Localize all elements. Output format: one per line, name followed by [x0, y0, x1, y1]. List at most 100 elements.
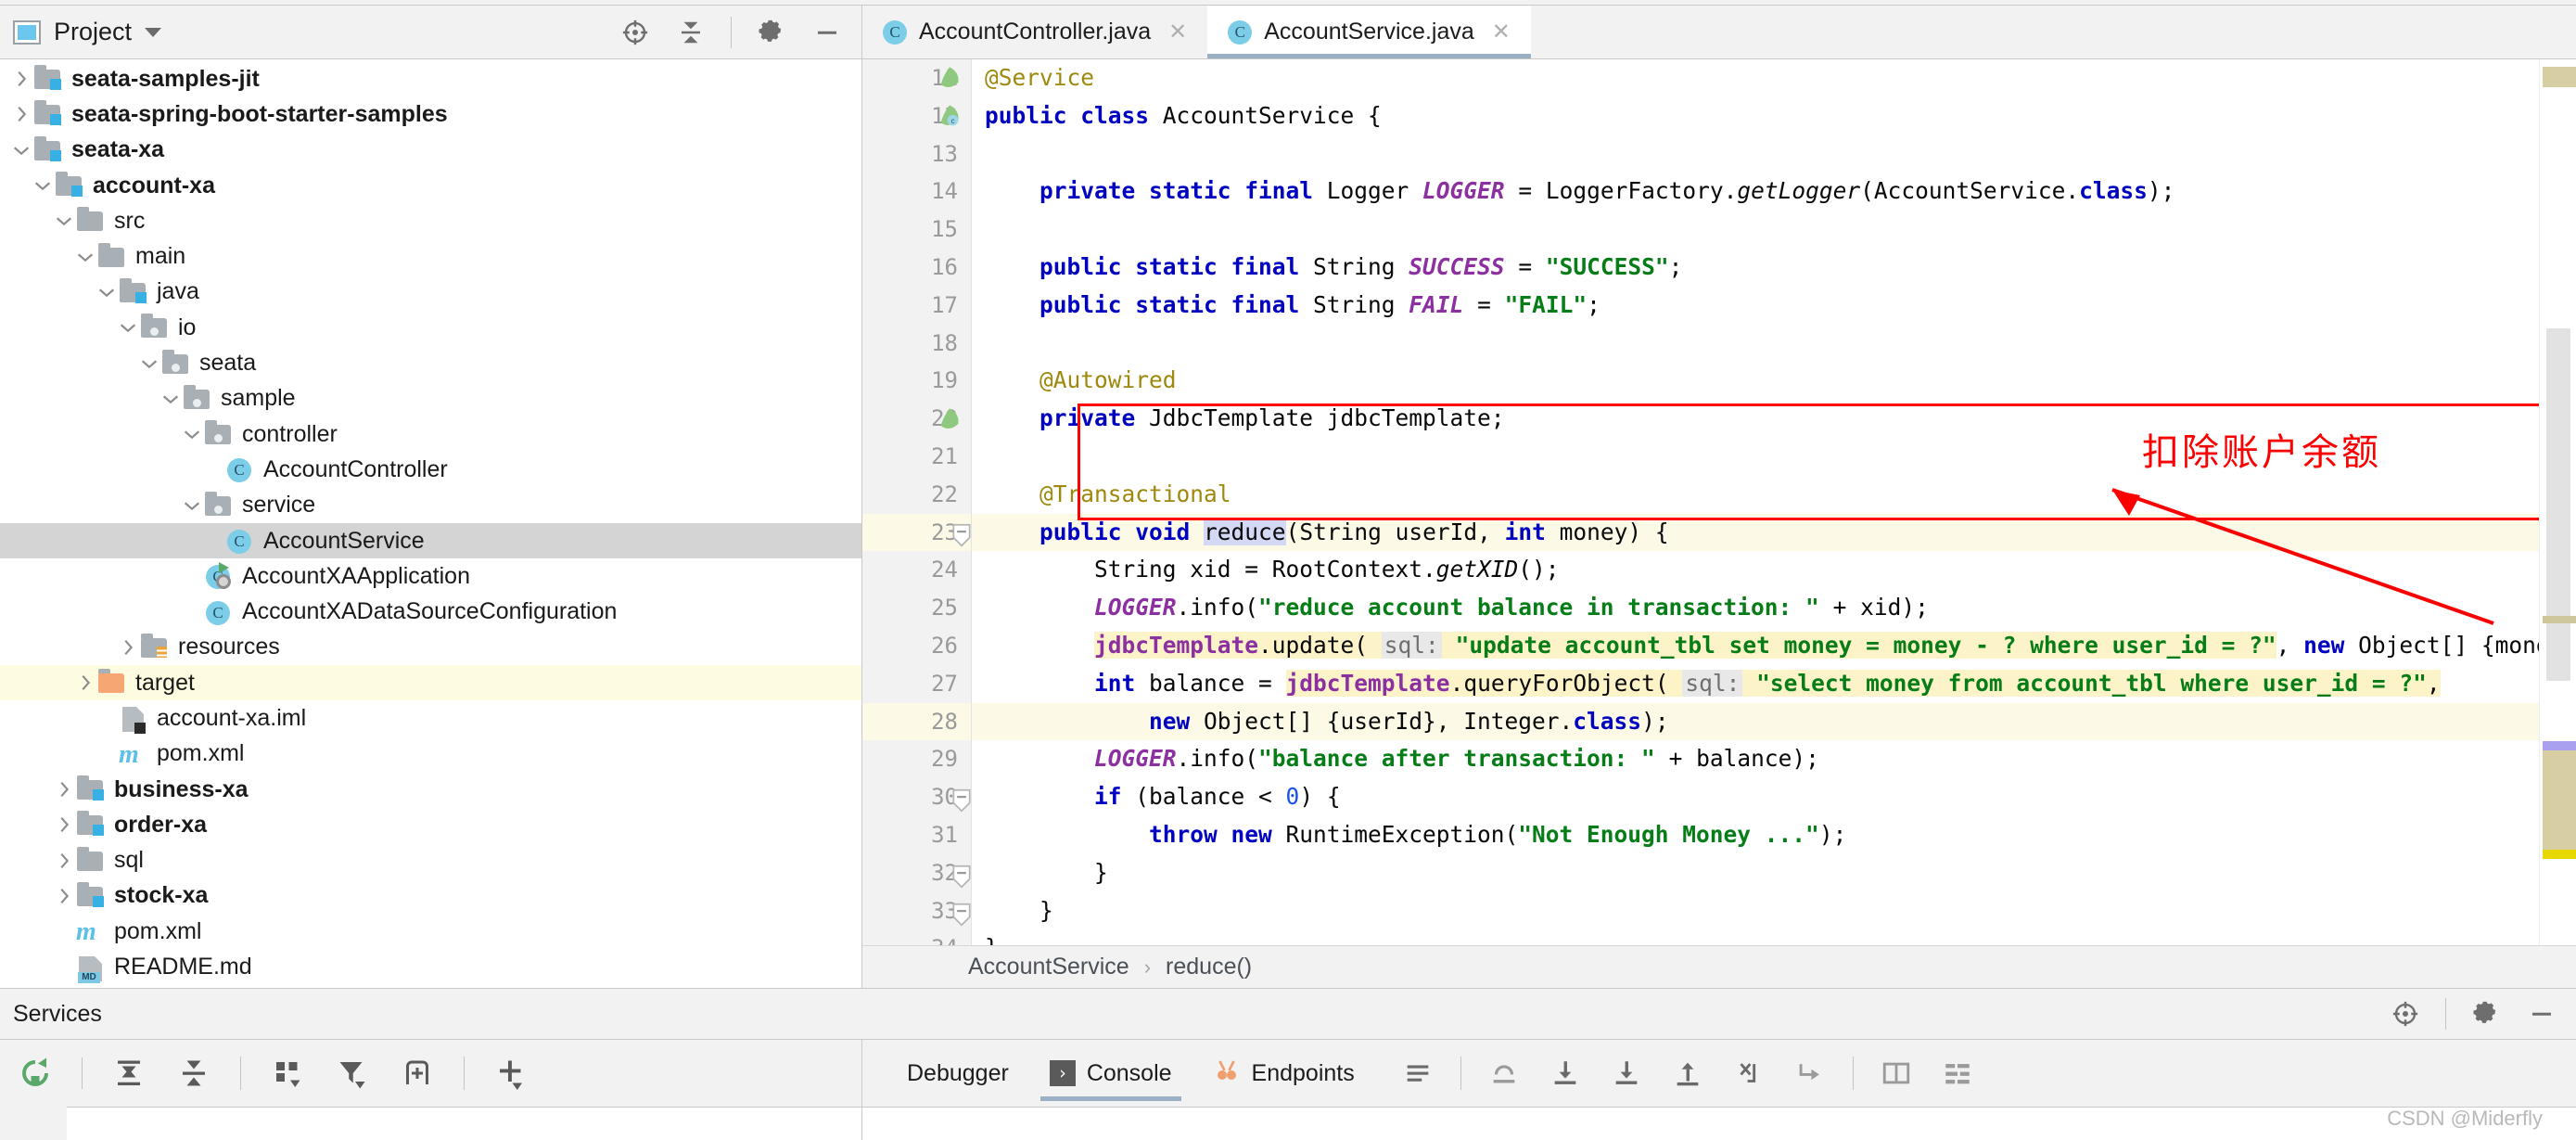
breadcrumb-method[interactable]: reduce() — [1166, 954, 1252, 980]
gutter-line-27[interactable]: 27 — [862, 665, 971, 703]
code-fold-toggle[interactable] — [951, 865, 972, 885]
evaluate-icon[interactable] — [1878, 1055, 1915, 1092]
step-into-icon[interactable] — [1547, 1055, 1584, 1092]
tree-item-business-xa[interactable]: business-xa — [0, 772, 861, 807]
gutter-line-15[interactable]: 15 — [862, 211, 971, 249]
code-fold-toggle[interactable] — [951, 523, 972, 544]
code-fold-toggle[interactable] — [951, 903, 972, 923]
expand-collapse-icon[interactable] — [137, 352, 161, 376]
gutter-line-14[interactable]: 14 — [862, 173, 971, 211]
gutter-line-25[interactable]: 25 — [862, 589, 971, 627]
tree-item-io[interactable]: io — [0, 310, 861, 345]
editor-vertical-scrollbar[interactable] — [2546, 328, 2570, 681]
editor-gutter[interactable]: 1112131415161718192021222324252627282930… — [862, 59, 972, 945]
close-icon[interactable]: ✕ — [1168, 19, 1187, 45]
tree-item-java[interactable]: java — [0, 275, 861, 310]
tree-item-accountservice[interactable]: CAccountService — [0, 523, 861, 558]
tree-item-readme-md[interactable]: README.md — [0, 949, 861, 984]
tree-item-sql[interactable]: sql — [0, 843, 861, 878]
gutter-line-17[interactable]: 17 — [862, 287, 971, 325]
expand-expand-icon[interactable] — [73, 671, 97, 695]
bottom-tab-debugger[interactable]: Debugger — [886, 1040, 1029, 1107]
tree-item-seata-spring-boot-starter-samples[interactable]: seata-spring-boot-starter-samples — [0, 96, 861, 132]
collapse-all-icon[interactable] — [175, 1055, 212, 1092]
tree-item-seata[interactable]: seata — [0, 345, 861, 380]
tree-item-pom-xml[interactable]: mpom.xml — [0, 914, 861, 949]
locate-target-icon[interactable] — [2390, 998, 2421, 1030]
code-editor[interactable]: 1112131415161718192021222324252627282930… — [862, 59, 2576, 945]
tree-item-accountxadatasourceconfiguration[interactable]: CAccountXADataSourceConfiguration — [0, 594, 861, 629]
hide-minimize-icon[interactable] — [811, 17, 843, 48]
settings-gear-icon[interactable] — [756, 17, 787, 48]
expand-expand-icon[interactable] — [116, 635, 140, 660]
gutter-line-13[interactable]: 13 — [862, 135, 971, 173]
gutter-line-19[interactable]: 19 — [862, 362, 971, 400]
filter-icon[interactable] — [334, 1055, 371, 1092]
force-step-into-icon[interactable] — [1608, 1055, 1645, 1092]
locate-target-icon[interactable] — [619, 17, 651, 48]
bottom-tab-endpoints[interactable]: Endpoints — [1192, 1040, 1375, 1107]
bottom-tab-console[interactable]: ›Console — [1029, 1040, 1192, 1107]
expand-collapse-icon[interactable] — [116, 315, 140, 339]
editor-tab-accountcontroller-java[interactable]: CAccountController.java✕ — [862, 6, 1207, 58]
chevron-down-icon[interactable] — [145, 28, 161, 37]
tree-item-service[interactable]: service — [0, 488, 861, 523]
add-frame-icon[interactable] — [399, 1055, 436, 1092]
spring-class-icon[interactable]: c — [937, 103, 964, 131]
run-to-cursor-icon[interactable] — [1792, 1055, 1829, 1092]
tree-item-accountcontroller[interactable]: CAccountController — [0, 452, 861, 487]
code-fold-toggle[interactable] — [951, 788, 972, 809]
gutter-line-31[interactable]: 31 — [862, 816, 971, 854]
soft-wrap-icon[interactable] — [1399, 1055, 1436, 1092]
tree-item-sample[interactable]: sample — [0, 381, 861, 416]
expand-expand-icon[interactable] — [52, 849, 76, 873]
spring-bean-icon[interactable] — [937, 65, 964, 93]
step-over-icon[interactable] — [1486, 1055, 1523, 1092]
expand-expand-icon[interactable] — [52, 884, 76, 908]
tree-item-resources[interactable]: resources — [0, 630, 861, 665]
gutter-line-28[interactable]: 28 — [862, 703, 971, 741]
expand-collapse-icon[interactable] — [9, 138, 33, 162]
step-out-icon[interactable] — [1669, 1055, 1706, 1092]
tree-item-accountxaapplication[interactable]: CAccountXAApplication — [0, 558, 861, 594]
tree-item-src[interactable]: src — [0, 203, 861, 238]
collapse-all-icon[interactable] — [675, 17, 707, 48]
expand-collapse-icon[interactable] — [73, 245, 97, 269]
spring-bean-icon[interactable] — [937, 406, 964, 434]
gutter-line-29[interactable]: 29 — [862, 740, 971, 778]
tree-item-target[interactable]: target — [0, 665, 861, 700]
gutter-line-21[interactable]: 21 — [862, 438, 971, 476]
tree-item-stock-xa[interactable]: stock-xa — [0, 878, 861, 914]
gutter-line-24[interactable]: 24 — [862, 551, 971, 589]
gutter-line-22[interactable]: 22 — [862, 476, 971, 514]
expand-expand-icon[interactable] — [52, 813, 76, 837]
expand-expand-icon[interactable] — [52, 777, 76, 801]
add-service-icon[interactable] — [492, 1055, 529, 1092]
editor-marker-bar[interactable] — [2539, 59, 2576, 945]
watches-icon[interactable] — [1939, 1055, 1976, 1092]
rerun-icon[interactable] — [17, 1055, 54, 1092]
tree-item-controller[interactable]: controller — [0, 416, 861, 452]
gutter-line-18[interactable]: 18 — [862, 325, 971, 363]
expand-collapse-icon[interactable] — [180, 493, 204, 518]
tree-item-account-xa[interactable]: account-xa — [0, 168, 861, 203]
hide-minimize-icon[interactable] — [2526, 998, 2557, 1030]
breadcrumb[interactable]: AccountService › reduce() — [862, 945, 2576, 988]
tree-item-main[interactable]: main — [0, 238, 861, 274]
settings-gear-icon[interactable] — [2470, 998, 2502, 1030]
group-by-icon[interactable] — [269, 1055, 306, 1092]
tree-item-pom-xml[interactable]: mpom.xml — [0, 737, 861, 772]
tree-item-seata-samples-jit[interactable]: seata-samples-jit — [0, 61, 861, 96]
gutter-line-34[interactable]: 34 — [862, 929, 971, 945]
expand-collapse-icon[interactable] — [159, 387, 183, 411]
expand-collapse-icon[interactable] — [31, 173, 55, 198]
project-tree[interactable]: seata-samples-jitseata-spring-boot-start… — [0, 59, 861, 988]
project-title-button[interactable]: Project — [13, 18, 161, 46]
drop-frame-icon[interactable] — [1730, 1055, 1767, 1092]
gutter-line-16[interactable]: 16 — [862, 249, 971, 287]
close-icon[interactable]: ✕ — [1492, 19, 1511, 45]
tree-item-account-xa-iml[interactable]: account-xa.iml — [0, 700, 861, 736]
expand-all-icon[interactable] — [110, 1055, 147, 1092]
expand-collapse-icon[interactable] — [52, 209, 76, 233]
code-content[interactable]: @Service public class AccountService { p… — [972, 59, 2539, 945]
